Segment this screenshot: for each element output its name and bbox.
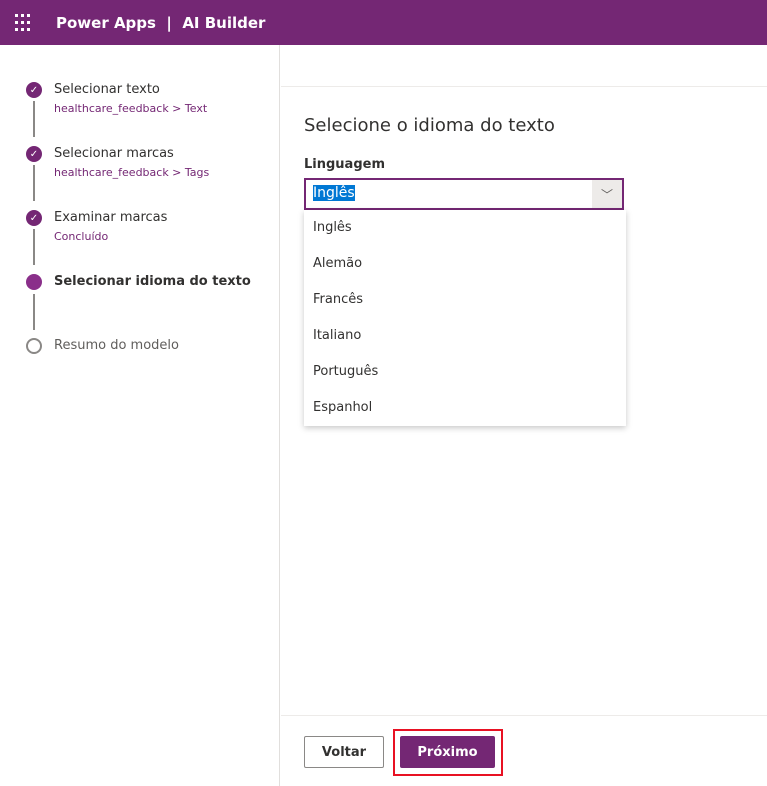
step-label: Selecionar texto <box>54 82 160 97</box>
option-ingles[interactable]: Inglês <box>304 210 626 246</box>
step-label: Resumo do modelo <box>54 338 179 353</box>
language-options: Inglês Alemão Francês Italiano Português… <box>304 210 626 426</box>
step-select-text: ✓ Selecionar texto healthcare_feedback > … <box>26 82 207 117</box>
check-icon: ✓ <box>26 146 42 162</box>
language-dropdown[interactable]: Inglês ﹀ <box>304 178 624 210</box>
highlight-box <box>393 729 503 776</box>
footer-divider <box>281 715 767 716</box>
step-connector <box>33 294 35 330</box>
option-portugues[interactable]: Português <box>304 354 626 390</box>
option-alemao[interactable]: Alemão <box>304 246 626 282</box>
step-sub: healthcare_feedback > Tags <box>54 166 210 179</box>
step-select-language: Selecionar idioma do texto <box>26 274 251 290</box>
check-icon: ✓ <box>26 210 42 226</box>
step-label: Examinar marcas <box>54 210 168 225</box>
step-select-tags: ✓ Selecionar marcas healthcare_feedback >… <box>26 146 209 181</box>
option-italiano[interactable]: Italiano <box>304 318 626 354</box>
step-label: Selecionar marcas <box>54 146 174 161</box>
step-review-tags: ✓ Examinar marcas Concluído <box>26 210 167 245</box>
back-button[interactable]: Voltar <box>304 736 384 768</box>
step-label: Selecionar idioma do texto <box>54 274 251 289</box>
page-title: Selecione o idioma do texto <box>304 115 555 136</box>
step-sub: Concluído <box>54 230 109 243</box>
pending-step-icon <box>26 338 42 354</box>
language-label: Linguagem <box>304 157 385 172</box>
app-header: Power Apps | AI Builder <box>0 0 767 45</box>
divider <box>281 86 767 87</box>
selected-value: Inglês <box>313 185 355 201</box>
app-title: Power Apps | AI Builder <box>56 13 266 32</box>
current-step-icon <box>26 274 42 290</box>
option-frances[interactable]: Francês <box>304 282 626 318</box>
step-model-summary: Resumo do modelo <box>26 338 179 354</box>
check-icon: ✓ <box>26 82 42 98</box>
app-launcher-icon[interactable] <box>15 13 33 32</box>
chevron-down-icon[interactable]: ﹀ <box>592 180 622 208</box>
step-sub: healthcare_feedback > Text <box>54 102 208 115</box>
option-espanhol[interactable]: Espanhol <box>304 390 626 426</box>
